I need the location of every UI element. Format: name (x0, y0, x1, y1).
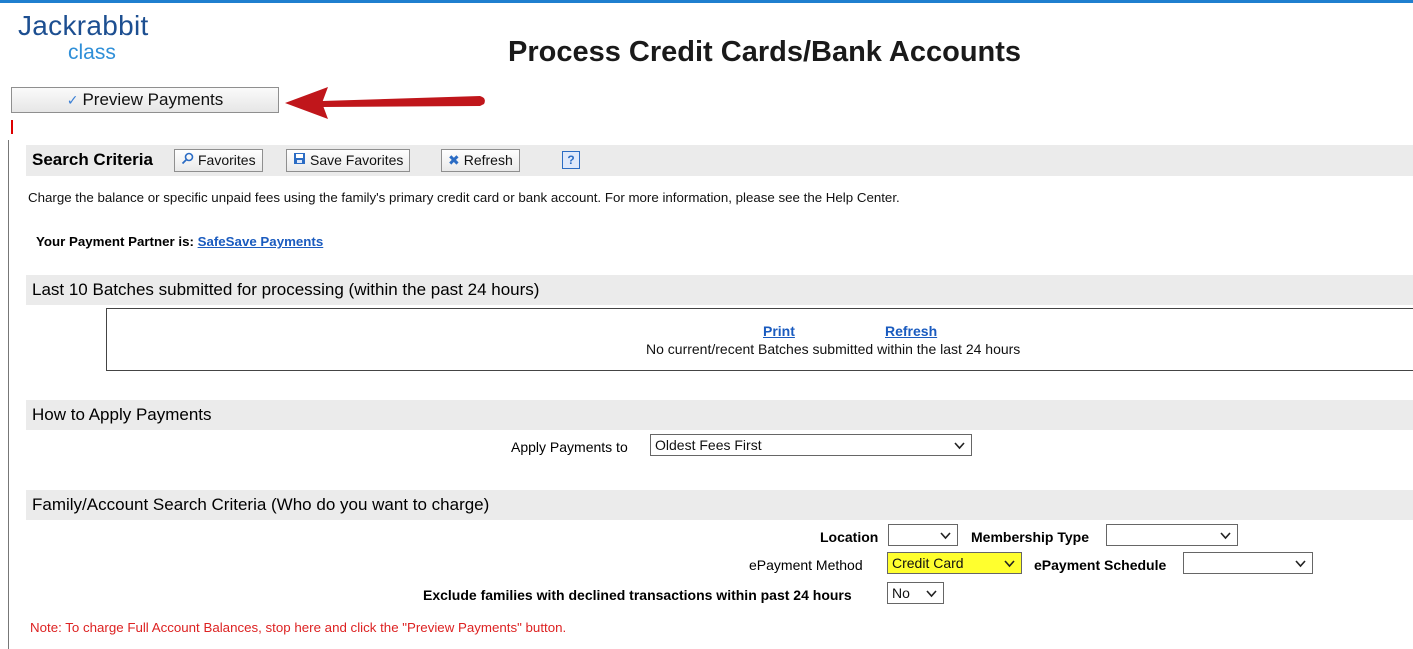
save-favorites-label: Save Favorites (310, 152, 404, 168)
epayment-method-value: Credit Card (892, 555, 964, 571)
epayment-schedule-select[interactable] (1183, 552, 1313, 574)
batches-empty-message: No current/recent Batches submitted with… (646, 341, 1021, 357)
preview-payments-button[interactable]: ✓ Preview Payments (11, 87, 279, 113)
check-icon: ✓ (66, 92, 79, 108)
full-balance-note: Note: To charge Full Account Balances, s… (30, 620, 567, 635)
safesave-payments-link[interactable]: SafeSave Payments (198, 234, 324, 249)
page-title: Process Credit Cards/Bank Accounts (508, 36, 1022, 68)
chevron-down-icon (953, 436, 966, 460)
batches-refresh-link[interactable]: Refresh (885, 323, 937, 339)
page-description: Charge the balance or specific unpaid fe… (28, 190, 900, 205)
red-arrow-annotation (285, 87, 485, 119)
location-label: Location (820, 529, 879, 545)
chevron-down-icon (925, 584, 938, 608)
favorites-label: Favorites (198, 152, 256, 168)
refresh-button[interactable]: ✖ Refresh (441, 149, 520, 172)
search-criteria-title: Search Criteria (32, 150, 153, 169)
family-search-section-title: Family/Account Search Criteria (Who do y… (32, 495, 490, 514)
epayment-schedule-label: ePayment Schedule (1034, 557, 1167, 573)
apply-payments-section-header: How to Apply Payments (26, 400, 1413, 430)
batches-panel: Print Refresh No current/recent Batches … (106, 308, 1413, 371)
search-criteria-bar: Search Criteria Favorites Save Favorites… (26, 145, 1413, 176)
red-marker (11, 120, 13, 134)
batches-section-title: Last 10 Batches submitted for processing… (32, 280, 540, 299)
batches-links: Print Refresh (763, 323, 937, 339)
refresh-label: Refresh (463, 152, 513, 168)
logo-subtext: class (68, 41, 116, 64)
close-icon: ✖ (448, 152, 460, 168)
location-select[interactable] (888, 524, 958, 546)
save-favorites-button[interactable]: Save Favorites (286, 149, 411, 172)
chevron-down-icon (1219, 526, 1232, 550)
exclude-declined-label: Exclude families with declined transacti… (423, 587, 852, 603)
epayment-method-select[interactable]: Credit Card (887, 552, 1022, 574)
help-icon[interactable]: ? (562, 151, 580, 169)
favorites-button[interactable]: Favorites (174, 149, 263, 172)
chevron-down-icon (1003, 554, 1016, 578)
apply-payments-label: Apply Payments to (511, 439, 628, 455)
apply-payments-value: Oldest Fees First (655, 437, 762, 453)
apply-payments-select[interactable]: Oldest Fees First (650, 434, 972, 456)
exclude-declined-select[interactable]: No (887, 582, 944, 604)
batches-section-header: Last 10 Batches submitted for processing… (26, 275, 1413, 305)
exclude-declined-value: No (892, 585, 910, 601)
search-icon (181, 150, 194, 171)
chevron-down-icon (939, 526, 952, 550)
payment-partner: Your Payment Partner is: SafeSave Paymen… (36, 234, 323, 249)
logo-wordmark: Jackrabbit (18, 10, 149, 41)
membership-type-label: Membership Type (971, 529, 1089, 545)
membership-type-select[interactable] (1106, 524, 1238, 546)
family-search-section-header: Family/Account Search Criteria (Who do y… (26, 490, 1413, 520)
payment-partner-label: Your Payment Partner is: (36, 234, 194, 249)
left-border-rule (8, 140, 9, 649)
save-icon (293, 150, 306, 171)
jackrabbit-logo[interactable]: Jackrabbit class (18, 10, 149, 64)
apply-payments-section-title: How to Apply Payments (32, 405, 212, 424)
chevron-down-icon (1294, 554, 1307, 578)
print-link[interactable]: Print (763, 323, 795, 339)
epayment-method-label: ePayment Method (749, 557, 863, 573)
preview-payments-label: Preview Payments (82, 90, 224, 109)
top-accent-rule (0, 0, 1413, 3)
